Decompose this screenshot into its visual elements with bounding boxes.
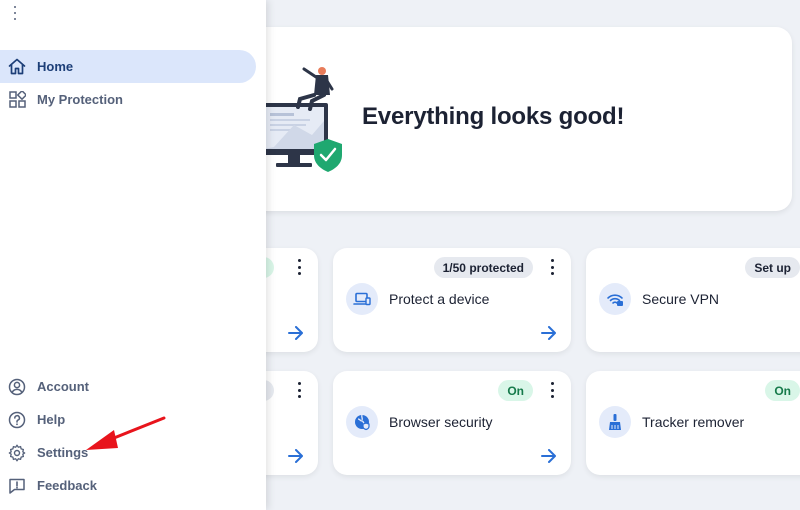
sidebar-menu-icon[interactable] <box>9 4 21 22</box>
card-tracker-remover[interactable]: On Tracker remover <box>586 371 800 475</box>
sidebar-item-label: Home <box>37 59 74 74</box>
arrow-right-icon[interactable] <box>288 449 304 463</box>
computer-shield-illustration <box>260 67 342 172</box>
sidebar-item-feedback[interactable]: Feedback <box>0 469 256 502</box>
arrow-right-icon[interactable] <box>541 449 557 463</box>
status-hero-card: Everything looks good! <box>220 27 792 211</box>
feedback-icon <box>8 477 26 495</box>
laptop-icon <box>346 283 378 315</box>
annotation-arrow-icon <box>86 416 166 450</box>
card-menu-icon[interactable] <box>547 259 557 275</box>
sidebar-item-account[interactable]: Account <box>0 370 256 403</box>
arrow-right-icon[interactable] <box>541 326 557 340</box>
arrow-right-icon[interactable] <box>288 326 304 340</box>
status-badge: On <box>765 380 800 401</box>
account-icon <box>8 378 26 396</box>
help-icon <box>8 411 26 429</box>
gear-icon <box>8 444 26 462</box>
status-badge: Set up <box>745 257 800 278</box>
sidebar-item-my-protection[interactable]: My Protection <box>0 83 256 116</box>
sidebar-item-label: Feedback <box>37 478 97 493</box>
card-title: Browser security <box>389 414 493 430</box>
card-menu-icon[interactable] <box>294 259 304 275</box>
page-title: Everything looks good! <box>362 103 625 130</box>
card-title: Tracker remover <box>642 414 745 430</box>
broom-icon <box>599 406 631 438</box>
card-protect-device[interactable]: 1/50 protected Protect a device <box>333 248 571 352</box>
sidebar-item-label: Account <box>37 379 89 394</box>
grid-icon <box>8 91 26 109</box>
card-menu-icon[interactable] <box>294 382 304 398</box>
card-title: Protect a device <box>389 291 490 307</box>
card-secure-vpn[interactable]: Set up Secure VPN <box>586 248 800 352</box>
globe-shield-icon <box>346 406 378 438</box>
card-menu-icon[interactable] <box>547 382 557 398</box>
vpn-icon <box>599 283 631 315</box>
home-icon <box>8 58 26 76</box>
status-badge: On <box>498 380 533 401</box>
sidebar-item-home[interactable]: Home <box>0 50 256 83</box>
card-browser-security[interactable]: On Browser security <box>333 371 571 475</box>
sidebar-item-label: Help <box>37 412 66 427</box>
card-title: Secure VPN <box>642 291 720 307</box>
sidebar-item-label: My Protection <box>37 92 123 107</box>
status-badge: 1/50 protected <box>433 257 533 278</box>
